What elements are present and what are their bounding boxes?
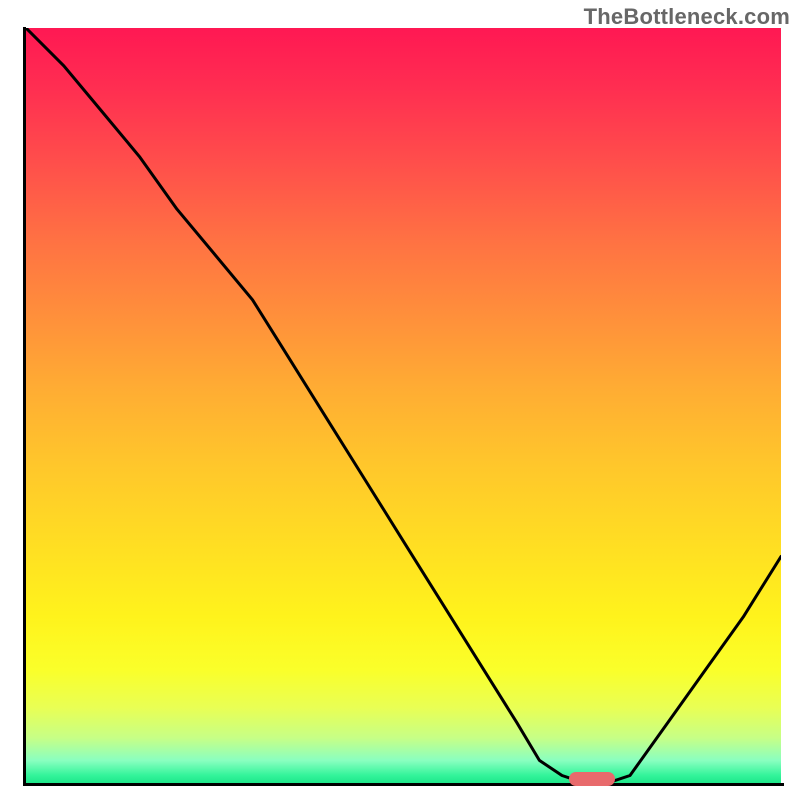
optimum-marker [569,772,615,786]
plot-area [26,28,781,783]
watermark-text: TheBottleneck.com [584,4,790,30]
x-axis-line [23,783,784,786]
bottleneck-curve [26,28,781,783]
chart-frame: TheBottleneck.com [0,0,800,800]
